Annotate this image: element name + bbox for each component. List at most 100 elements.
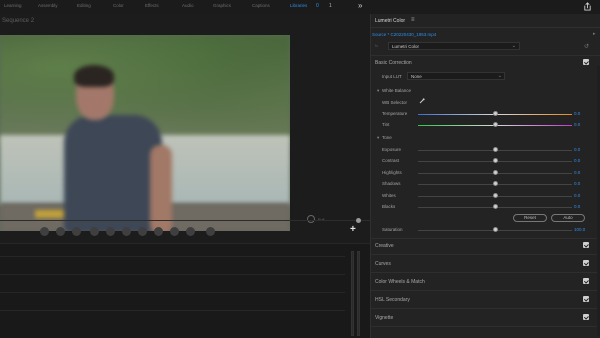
subsection-white-balance[interactable]: ▾ White Balance [377, 88, 411, 94]
creative-checkbox[interactable] [583, 242, 589, 248]
contrast-value[interactable]: 0.0 [574, 158, 580, 163]
mark-in-icon[interactable] [40, 227, 49, 236]
section-basic-correction[interactable]: Basic Correction [375, 60, 412, 66]
exposure-value[interactable]: 0.0 [574, 147, 580, 152]
color-wheels-checkbox[interactable] [583, 278, 589, 284]
panel-menu-icon[interactable]: ≡ [411, 17, 415, 23]
saturation-label: Saturation [382, 227, 403, 232]
fx-toggle-icon[interactable]: fx [375, 43, 378, 48]
section-divider [371, 308, 600, 309]
video-subject-arm [150, 145, 172, 231]
workspace-tab-editing[interactable]: Editing [77, 3, 91, 8]
go-to-out-icon[interactable] [138, 227, 147, 236]
shadows-value[interactable]: 0.0 [574, 181, 580, 186]
add-button-icon[interactable]: + [350, 225, 356, 235]
timeline-track-divider [0, 256, 345, 257]
whites-slider-thumb[interactable] [493, 193, 498, 198]
temperature-slider-thumb[interactable] [493, 111, 498, 116]
highlights-slider-row: Highlights 0.0 [371, 169, 600, 177]
step-back-icon[interactable] [90, 227, 99, 236]
reset-effect-icon[interactable]: ↺ [584, 43, 589, 50]
workspace-active-count: 0 [316, 3, 319, 9]
workspace-overflow-icon[interactable]: » [358, 1, 362, 10]
tint-slider-thumb[interactable] [493, 122, 498, 127]
workspace-tab-libraries[interactable]: Libraries [290, 3, 307, 8]
share-icon[interactable] [583, 2, 592, 11]
temperature-value[interactable]: 0.0 [574, 111, 580, 116]
workspace-tab-assembly[interactable]: Assembly [38, 3, 58, 8]
section-vignette[interactable]: Vignette [375, 315, 393, 321]
sequence-label: Sequence 2 [2, 18, 35, 24]
timeline-track-divider [0, 292, 345, 293]
video-preview[interactable] [0, 35, 290, 231]
source-expand-icon[interactable]: ▸ [593, 31, 596, 37]
whites-slider-row: Whites 0.0 [371, 192, 600, 200]
chevron-down-icon: ⌄ [497, 73, 502, 79]
whites-value[interactable]: 0.0 [574, 193, 580, 198]
tone-auto-button[interactable]: Auto [551, 214, 585, 222]
input-lut-select[interactable]: None ⌄ [407, 72, 505, 80]
blacks-slider-row: Blacks 0.0 [371, 203, 600, 211]
workspace-tab-effects[interactable]: Effects [145, 3, 159, 8]
highlights-slider-thumb[interactable] [493, 170, 498, 175]
workspace-tab-more[interactable]: 1 [329, 3, 332, 9]
section-creative[interactable]: Creative [375, 243, 394, 249]
shadows-slider-row: Shadows 0.0 [371, 180, 600, 188]
comparison-view-icon[interactable] [206, 227, 215, 236]
section-divider [371, 55, 600, 56]
workspace-tab-color[interactable]: Color [113, 3, 124, 8]
section-hsl-secondary[interactable]: HSL Secondary [375, 297, 410, 303]
basic-correction-checkbox[interactable] [583, 59, 589, 65]
workspace-tab-captions[interactable]: Captions [252, 3, 270, 8]
exposure-slider-thumb[interactable] [493, 147, 498, 152]
tone-reset-button[interactable]: Reset [513, 214, 547, 222]
lift-icon[interactable] [154, 227, 163, 236]
eyedropper-icon[interactable] [419, 98, 425, 104]
saturation-slider-thumb[interactable] [493, 227, 498, 232]
wb-selector-label: WB Selector [382, 100, 408, 105]
blacks-slider-thumb[interactable] [493, 204, 498, 209]
step-forward-icon[interactable] [122, 227, 131, 236]
shadows-label: Shadows [382, 181, 401, 186]
workspace-bar: Learning Assembly Editing Color Effects … [0, 0, 600, 14]
go-to-in-icon[interactable] [72, 227, 81, 236]
export-frame-icon[interactable] [186, 227, 195, 236]
timeline-area[interactable] [0, 243, 370, 338]
shadows-slider-thumb[interactable] [493, 181, 498, 186]
source-clip-label[interactable]: Source * C20220430_1953.mp4 [372, 32, 436, 37]
saturation-value[interactable]: 100.0 [574, 227, 585, 232]
tint-label: Tint [382, 122, 390, 127]
effect-instance-select[interactable]: Lumetri Color ⌄ [388, 42, 520, 50]
workspace-tab-graphics[interactable]: Graphics [213, 3, 231, 8]
audio-meter-left [351, 251, 354, 336]
contrast-label: Contrast [382, 158, 400, 163]
transport-controls [0, 224, 370, 240]
section-divider [371, 238, 600, 239]
lumetri-color-panel: Lumetri Color ≡ Source * C20220430_1953.… [370, 14, 600, 338]
video-subject-torso [64, 115, 162, 231]
contrast-slider-thumb[interactable] [493, 158, 498, 163]
workspace-tab-learning[interactable]: Learning [4, 3, 22, 8]
subsection-tone[interactable]: ▾ Tone [377, 135, 392, 141]
section-color-wheels[interactable]: Color Wheels & Match [375, 279, 425, 285]
curves-checkbox[interactable] [583, 260, 589, 266]
contrast-slider-row: Contrast 0.0 [371, 157, 600, 165]
workspace-tab-audio[interactable]: Audio [182, 3, 194, 8]
tint-value[interactable]: 0.0 [574, 122, 580, 127]
blacks-label: Blacks [382, 204, 396, 209]
play-icon[interactable] [106, 227, 115, 236]
blacks-value[interactable]: 0.0 [574, 204, 580, 209]
hsl-secondary-checkbox[interactable] [583, 296, 589, 302]
highlights-value[interactable]: 0.0 [574, 170, 580, 175]
exposure-slider-row: Exposure 0.0 [371, 146, 600, 154]
playhead-handle[interactable] [356, 218, 361, 223]
temperature-label: Temperature [382, 111, 408, 116]
panel-tab-lumetri-color[interactable]: Lumetri Color [375, 18, 405, 24]
saturation-slider-row: Saturation 100.0 [371, 226, 600, 234]
mark-out-icon[interactable] [56, 227, 65, 236]
section-curves[interactable]: Curves [375, 261, 391, 267]
vignette-checkbox[interactable] [583, 314, 589, 320]
timeline-track-divider [0, 310, 345, 311]
white-balance-title: White Balance [382, 88, 412, 93]
extract-icon[interactable] [170, 227, 179, 236]
